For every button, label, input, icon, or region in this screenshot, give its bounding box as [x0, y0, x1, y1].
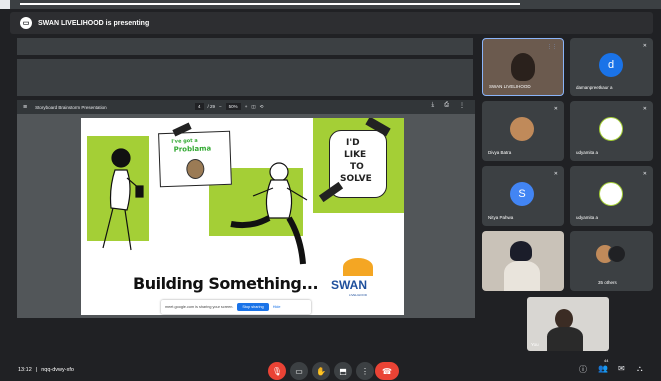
speaking-icon: ⋮⋮ [547, 44, 557, 50]
pdf-file-name: Storyboard Brainstorm Presentation [35, 104, 107, 110]
stop-sharing-button[interactable]: Stop sharing [237, 303, 269, 311]
present-icon[interactable]: ⬒ [334, 362, 352, 380]
video-feed [555, 309, 573, 329]
video-feed [510, 241, 532, 261]
separator: | [35, 367, 38, 373]
participant-tile[interactable]: ✕ Divya Batra [482, 101, 564, 161]
pdf-toolbar: ≡ Storyboard Brainstorm Presentation 4 /… [17, 100, 475, 114]
print-icon[interactable]: ⎙ [444, 102, 449, 109]
others-tile[interactable]: 35 others [570, 231, 653, 291]
mic-off-icon: ✕ [553, 106, 558, 112]
activities-icon[interactable]: ⛬ [637, 364, 643, 374]
mic-off-icon: ✕ [642, 106, 647, 112]
presenter-text: SWAN LIVELIHOOD is presenting [38, 19, 150, 27]
page-total: / 29 [207, 104, 216, 109]
rotate-icon[interactable]: ⟲ [260, 104, 264, 110]
participant-tile[interactable] [482, 231, 564, 291]
swan-logo-icon [343, 258, 373, 276]
participant-name: Nitya Pahwa [488, 215, 514, 220]
zoom-in-icon[interactable]: + [245, 104, 248, 109]
presenter-bar: ▭ SWAN LIVELIHOOD is presenting [10, 12, 653, 34]
video-feed [504, 261, 540, 291]
participant-name: SWAN LIVELIHOOD [489, 84, 531, 89]
raise-hand-icon[interactable]: ✋ [312, 362, 330, 380]
fit-page-icon[interactable]: ◫ [251, 104, 255, 110]
info-icon[interactable]: ⓘ [579, 364, 587, 375]
avatar: d [599, 53, 623, 77]
chat-icon[interactable]: ✉ [618, 364, 625, 373]
mic-off-icon: ✕ [642, 43, 647, 49]
participant-name: udyamita a [576, 150, 599, 155]
slide: I've got a Problama I'D LIKE TO SOLVE Bu… [81, 118, 404, 315]
participants-count: 44 [604, 358, 609, 363]
participant-name: Divya Batra [488, 150, 512, 155]
avatar-photo [608, 245, 626, 263]
mic-off-icon[interactable]: 🎙 [268, 362, 286, 380]
camera-icon[interactable]: ▭ [290, 362, 308, 380]
people-icon[interactable]: 👥 [598, 364, 608, 373]
participant-name: udyamita a [576, 215, 599, 220]
meeting-code: nqq-dvwy-xfo [41, 367, 74, 373]
share-toast: meet.google.com is sharing your screen. … [161, 300, 311, 314]
participant-tile[interactable]: ⋮⋮ SWAN LIVELIHOOD [482, 38, 564, 96]
pdf-actions: ⤓ ⎙ ⋮ [432, 102, 465, 109]
self-view: You [527, 297, 609, 351]
video-feed [511, 53, 535, 81]
placeholder-band [17, 38, 473, 55]
share-message: meet.google.com is sharing your screen. [165, 305, 234, 309]
corner-block [0, 0, 10, 9]
end-call-icon[interactable]: ☎ [375, 362, 399, 380]
self-label: You [531, 342, 539, 347]
brand-sub: LIVELIHOOD [349, 293, 368, 297]
top-line [20, 3, 520, 5]
mic-off-icon: ✕ [642, 171, 647, 177]
video-feed [547, 327, 583, 351]
avatar-photo [510, 117, 534, 141]
mic-off-icon: ✕ [553, 171, 558, 177]
avatar-logo [599, 117, 623, 141]
slide-headline: Building Something... [133, 274, 319, 293]
participant-tile[interactable]: ✕ udyamita a [570, 101, 653, 161]
placeholder-band [17, 59, 473, 96]
participant-tile[interactable]: d ✕ damanpreetkaur a [570, 38, 653, 96]
menu-icon[interactable]: ≡ [23, 104, 27, 111]
page-number[interactable]: 4 [195, 103, 204, 110]
page-controls: 4 / 29 − 50% + ◫ ⟲ [195, 103, 263, 110]
top-strip [0, 0, 661, 9]
participant-name: damanpreetkaur a [576, 85, 613, 90]
avatar: S [510, 182, 534, 206]
participant-tile[interactable]: S ✕ Nitya Pahwa [482, 166, 564, 226]
presenting-icon: ▭ [20, 17, 32, 29]
hide-button[interactable]: Hide [273, 305, 281, 309]
more-vert-icon[interactable]: ⋮ [459, 102, 465, 109]
others-count: 35 others [598, 280, 617, 285]
shared-screen: ≡ Storyboard Brainstorm Presentation 4 /… [17, 100, 475, 318]
participant-tile[interactable]: ✕ udyamita a [570, 166, 653, 226]
meeting-time: 13:12 [18, 367, 32, 373]
brand-name: SWAN [331, 278, 367, 292]
more-icon[interactable]: ⋮ [356, 362, 374, 380]
download-icon[interactable]: ⤓ [432, 102, 435, 109]
zoom-out-icon[interactable]: − [219, 104, 222, 109]
avatar-logo [599, 182, 623, 206]
zoom-level[interactable]: 50% [225, 103, 241, 110]
meeting-info: 13:12 | nqq-dvwy-xfo [18, 367, 74, 373]
